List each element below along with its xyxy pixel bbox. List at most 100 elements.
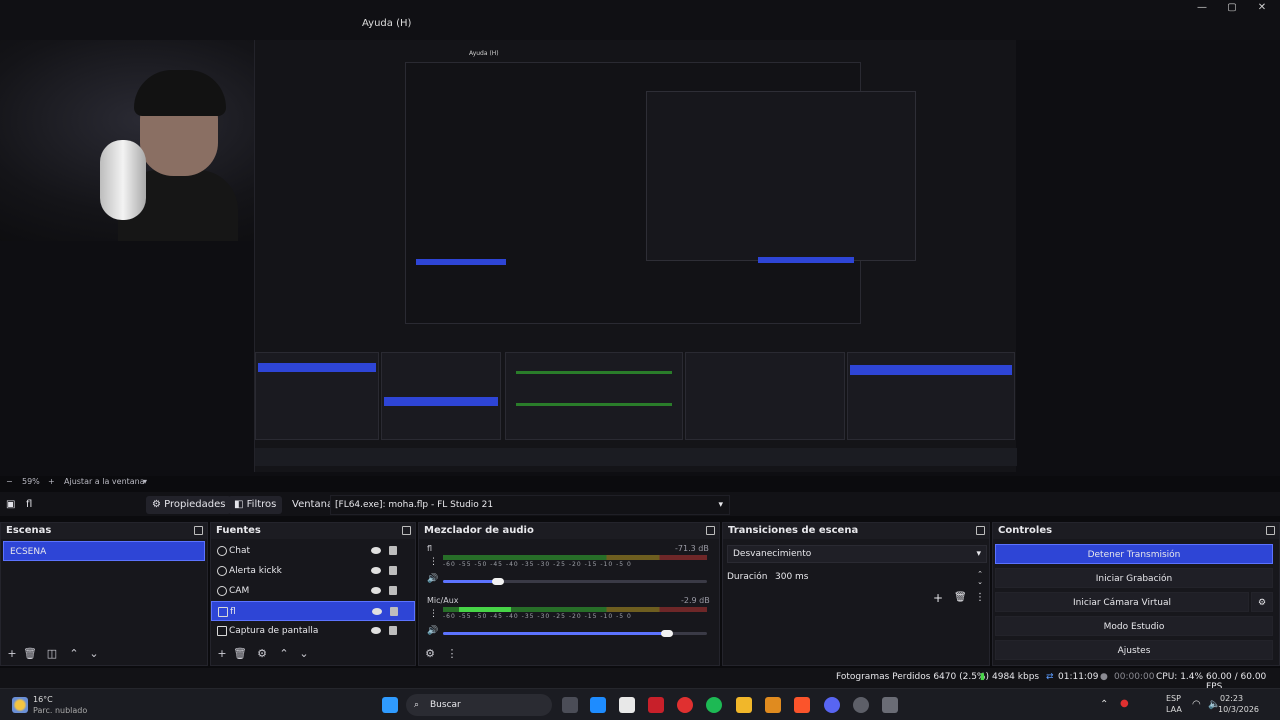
speaker-icon[interactable]: 🔊: [427, 626, 438, 636]
zoom-dropdown-icon[interactable]: ▾: [143, 477, 147, 486]
move-down-icon[interactable]: ⌄: [87, 647, 101, 661]
trash-icon[interactable]: 🗑: [23, 647, 37, 661]
move-down-icon[interactable]: ⌄: [297, 647, 311, 661]
record-icon: ●: [1100, 672, 1108, 682]
source-row-cam[interactable]: CAM: [211, 581, 415, 601]
windows-start-icon[interactable]: [382, 697, 398, 713]
close-icon[interactable]: ✕: [1248, 2, 1276, 16]
source-row-chat[interactable]: Chat: [211, 541, 415, 561]
zoom-in-icon[interactable]: +: [48, 477, 55, 486]
window-select-value: [FL64.exe]: moha.flp - FL Studio 21: [335, 500, 494, 510]
lock-icon[interactable]: [389, 586, 397, 595]
stop-stream-button[interactable]: Detener Transmisión: [995, 544, 1273, 564]
gear-icon[interactable]: ⚙: [255, 647, 269, 661]
obs-icon[interactable]: [853, 697, 869, 713]
trash-icon[interactable]: 🗑: [233, 647, 247, 661]
language[interactable]: ESP: [1166, 694, 1181, 703]
record-time: 00:00:00: [1114, 672, 1155, 682]
sources-footer: + 🗑 ⚙ ⌃ ⌄: [211, 643, 415, 665]
region[interactable]: LAA: [1166, 705, 1182, 714]
microphone-image: [100, 140, 146, 220]
menu-help[interactable]: Ayuda (H): [362, 18, 411, 29]
more-vertical-icon[interactable]: ⋮: [429, 557, 438, 567]
filter-icon[interactable]: ◫: [45, 647, 59, 661]
zoom-fit-label[interactable]: Ajustar a la ventana: [64, 477, 145, 486]
properties-button[interactable]: ⚙ Propiedades: [146, 496, 232, 514]
spotify-icon[interactable]: [706, 697, 722, 713]
preview-canvas[interactable]: Ayuda (H): [0, 40, 1280, 476]
chevron-up-icon[interactable]: ⌃: [1100, 699, 1108, 710]
advanced-audio-icon[interactable]: ⚙: [423, 647, 437, 661]
gear-icon[interactable]: [882, 697, 898, 713]
brave-icon[interactable]: [794, 697, 810, 713]
clock-time[interactable]: 02:23: [1220, 694, 1243, 703]
add-icon[interactable]: +: [215, 647, 229, 661]
lock-icon[interactable]: [390, 607, 398, 616]
start-recording-button[interactable]: Iniciar Grabación: [995, 568, 1273, 588]
eye-icon[interactable]: [371, 547, 381, 554]
minimize-icon[interactable]: —: [1188, 2, 1216, 16]
float-icon[interactable]: [194, 526, 203, 535]
weather-text: Parc. nublado: [33, 706, 88, 715]
discord-icon[interactable]: [824, 697, 840, 713]
wifi-icon[interactable]: ◠: [1192, 699, 1201, 710]
zoom-out-icon[interactable]: −: [6, 477, 13, 486]
studio-mode-button[interactable]: Modo Estudio: [995, 616, 1273, 636]
source-row-fl[interactable]: fl: [211, 601, 415, 621]
float-icon[interactable]: [1266, 526, 1275, 535]
app-icon-4[interactable]: [677, 697, 693, 713]
eye-icon[interactable]: [371, 627, 381, 634]
trash-icon[interactable]: 🗑: [954, 592, 967, 603]
spin-down-icon[interactable]: ⌄: [977, 574, 983, 590]
speaker-icon[interactable]: 🔊: [427, 574, 438, 584]
eye-icon[interactable]: [372, 608, 382, 615]
volume-fill: [443, 580, 499, 583]
lock-icon[interactable]: [389, 626, 397, 635]
volume-knob[interactable]: [492, 578, 505, 585]
source-label: Chat: [229, 546, 251, 556]
add-icon[interactable]: +: [933, 591, 943, 605]
maximize-icon[interactable]: ▢: [1218, 2, 1246, 16]
window-select[interactable]: [FL64.exe]: moha.flp - FL Studio 21 ▾: [330, 495, 730, 515]
scenes-footer: + 🗑 ◫ ⌃ ⌄: [1, 643, 207, 665]
move-up-icon[interactable]: ⌃: [67, 647, 81, 661]
task-view-icon[interactable]: [562, 697, 578, 713]
add-icon[interactable]: +: [5, 647, 19, 661]
window-label: Ventana: [292, 499, 334, 510]
lock-icon[interactable]: [389, 566, 397, 575]
source-row-capture[interactable]: Captura de pantalla: [211, 621, 415, 641]
scene-item[interactable]: ECSENA: [3, 541, 205, 561]
weather-icon[interactable]: [12, 697, 28, 713]
float-icon[interactable]: [706, 526, 715, 535]
status-bar: Fotogramas Perdidos 6470 (2.5%) ▮ 4984 k…: [0, 668, 1280, 692]
volume-knob[interactable]: [661, 630, 674, 637]
eye-icon[interactable]: [371, 567, 381, 574]
signal-icon: ▮: [980, 672, 985, 682]
tray-app-icon[interactable]: ●: [1120, 698, 1129, 709]
mixer-track-db: -2.9 dB: [681, 596, 710, 605]
source-row-alerta[interactable]: Alerta kickk: [211, 561, 415, 581]
clock-date[interactable]: 10/3/2026: [1218, 705, 1259, 714]
eye-icon[interactable]: [371, 587, 381, 594]
transition-select[interactable]: Desvanecimiento ▾: [727, 545, 987, 563]
more-vertical-icon[interactable]: ⋮: [429, 609, 438, 619]
app-icon-1[interactable]: [590, 697, 606, 713]
start-virtual-camera-button[interactable]: Iniciar Cámara Virtual: [995, 592, 1249, 612]
filters-button[interactable]: ◧ Filtros: [228, 496, 283, 514]
duration-input[interactable]: 300 ms ⌃ ⌄: [771, 569, 987, 587]
app-icon-3[interactable]: [648, 697, 664, 713]
file-explorer-icon[interactable]: [736, 697, 752, 713]
float-icon[interactable]: [402, 526, 411, 535]
app-icon-2[interactable]: [619, 697, 635, 713]
virtual-camera-settings-gear-icon[interactable]: ⚙: [1251, 592, 1273, 612]
source-label: Alerta kickk: [229, 566, 282, 576]
more-vertical-icon[interactable]: ⋮: [975, 592, 985, 603]
float-icon[interactable]: [976, 526, 985, 535]
lock-icon[interactable]: [389, 546, 397, 555]
settings-button[interactable]: Ajustes: [995, 640, 1273, 660]
more-vertical-icon[interactable]: ⋮: [445, 647, 459, 661]
filters-label: Filtros: [246, 499, 277, 510]
fl-studio-icon[interactable]: [765, 697, 781, 713]
taskbar-search[interactable]: ⌕ Buscar: [406, 694, 552, 716]
move-up-icon[interactable]: ⌃: [277, 647, 291, 661]
